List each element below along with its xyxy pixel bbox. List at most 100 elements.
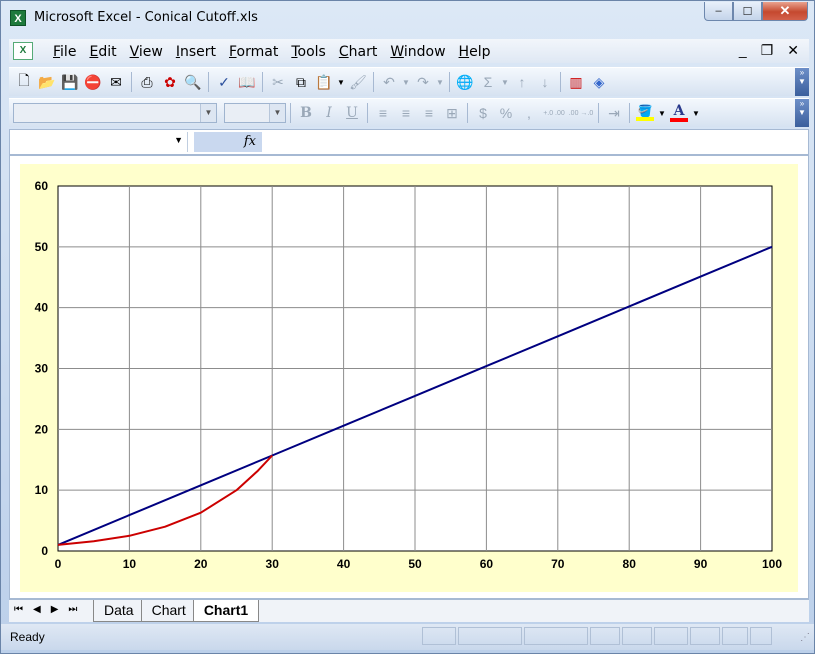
status-panels [422, 627, 772, 645]
menu-help[interactable]: Help [459, 44, 491, 60]
tab-chart1[interactable]: Chart1 [192, 600, 260, 622]
doc-minimize-button[interactable]: _ [739, 42, 747, 59]
title-bar: X Microsoft Excel - Conical Cutoff.xls –… [1, 1, 814, 35]
acrobat-icon[interactable]: ✿ [159, 71, 181, 93]
menu-view[interactable]: View [130, 44, 163, 60]
x-tick-label: 40 [337, 557, 351, 571]
last-sheet-button[interactable]: ⏭ [68, 604, 77, 615]
prev-sheet-button[interactable]: ◀ [33, 604, 41, 615]
italic-button[interactable]: I [318, 102, 340, 124]
menu-edit[interactable]: Edit [89, 44, 116, 60]
toolbar-options-icon[interactable]: » ▼ [795, 99, 809, 127]
save-icon[interactable]: 💾 [59, 71, 81, 93]
formula-input[interactable] [266, 132, 806, 152]
percent-button[interactable]: % [495, 102, 517, 124]
name-box[interactable]: ▼ [11, 132, 188, 152]
menu-chart[interactable]: Chart [339, 44, 377, 60]
chart-wizard-icon[interactable]: ▥ [565, 71, 587, 93]
document-window-buttons: _ ❐ ✕ [739, 42, 799, 59]
doc-restore-button[interactable]: ❐ [761, 42, 774, 59]
copy-icon[interactable]: ⧉ [290, 71, 312, 93]
align-center-icon[interactable]: ≡ [395, 102, 417, 124]
decrease-decimal-button[interactable]: .00 →.0 [568, 102, 594, 124]
x-tick-label: 30 [266, 557, 280, 571]
chart-sheet: 0 10 20 30 40 50 60 70 80 90 100 0 10 20 30 40 50 60 [9, 155, 809, 599]
doc-close-button[interactable]: ✕ [787, 42, 799, 59]
font-color-icon[interactable]: A [668, 102, 690, 124]
maximize-button[interactable]: ☐ [733, 2, 762, 21]
autosum-icon[interactable]: Σ [477, 71, 499, 93]
drawing-icon[interactable]: ◈ [588, 71, 610, 93]
indent-icon[interactable]: ⇥ [603, 102, 625, 124]
bold-button[interactable]: B [295, 102, 317, 124]
line-chart: 0 10 20 30 40 50 60 70 80 90 100 0 10 20 30 40 50 60 [35, 179, 783, 571]
menu-bar: X File Edit View Insert Format Tools Cha… [9, 39, 809, 63]
toolbar-options-icon[interactable]: » ▼ [795, 68, 809, 96]
chart-area[interactable]: 0 10 20 30 40 50 60 70 80 90 100 0 10 20 30 40 50 60 [20, 164, 798, 592]
chevron-down-icon[interactable]: ▼ [174, 135, 183, 145]
chevron-down-icon[interactable]: ▼ [200, 104, 216, 122]
cut-icon[interactable]: ✂ [267, 71, 289, 93]
chevron-down-icon[interactable]: ▼ [401, 71, 411, 93]
fill-color-icon[interactable]: 🪣 [634, 102, 656, 124]
y-tick-label: 10 [35, 483, 49, 497]
chevron-down-icon[interactable]: ▼ [657, 102, 667, 124]
new-icon[interactable]: 🗋 [13, 71, 35, 93]
print-preview-icon[interactable]: 🔍 [182, 71, 204, 93]
format-painter-icon[interactable]: 🖌 [347, 71, 369, 93]
menu-tools[interactable]: Tools [291, 44, 326, 60]
sort-descending-icon[interactable]: ↓ [534, 71, 556, 93]
hyperlink-icon[interactable]: 🌐 [454, 71, 476, 93]
x-tick-label: 60 [480, 557, 494, 571]
font-size-select[interactable]: ▼ [224, 103, 286, 123]
comma-button[interactable]: , [518, 102, 540, 124]
spelling-icon[interactable]: ✓ [213, 71, 235, 93]
merge-center-icon[interactable]: ⊞ [441, 102, 463, 124]
excel-icon[interactable]: X [10, 10, 26, 26]
print-icon[interactable]: ⎙ [136, 71, 158, 93]
x-tick-label: 50 [408, 557, 422, 571]
sort-ascending-icon[interactable]: ↑ [511, 71, 533, 93]
menu-window[interactable]: Window [390, 44, 445, 60]
menu-insert[interactable]: Insert [176, 44, 216, 60]
chevron-down-icon[interactable]: ▼ [500, 71, 510, 93]
y-tick-label: 0 [41, 544, 48, 558]
x-tick-label: 90 [694, 557, 708, 571]
workbook-icon[interactable]: X [13, 42, 33, 60]
insert-function-button[interactable]: fx [194, 132, 262, 152]
tab-data[interactable]: Data [93, 600, 145, 622]
chevron-down-icon[interactable]: ▼ [691, 102, 701, 124]
menu-file[interactable]: File [53, 44, 76, 60]
resize-grip-icon[interactable]: ⋰ [800, 632, 810, 643]
close-button[interactable]: ✕ [762, 2, 808, 21]
sheet-tabs: Data Chart Chart1 [93, 600, 260, 622]
next-sheet-button[interactable]: ▶ [51, 604, 59, 615]
formula-bar: ▼ fx [9, 129, 809, 155]
chevron-down-icon[interactable]: ▼ [336, 71, 346, 93]
currency-button[interactable]: $ [472, 102, 494, 124]
undo-icon[interactable]: ↶ [378, 71, 400, 93]
email-icon[interactable]: ✉ [105, 71, 127, 93]
fill-color-swatch [636, 117, 654, 121]
font-name-select[interactable]: ▼ [13, 103, 217, 123]
minimize-button[interactable]: – [704, 2, 733, 21]
y-tick-label: 20 [35, 422, 49, 436]
permission-icon[interactable]: ⛔ [82, 71, 104, 93]
caption-buttons: – ☐ ✕ [704, 2, 808, 21]
x-tick-label: 100 [762, 557, 782, 571]
tab-navigation: ⏮ ◀ ▶ ⏭ [14, 604, 77, 615]
underline-button[interactable]: U [341, 102, 363, 124]
align-left-icon[interactable]: ≡ [372, 102, 394, 124]
research-icon[interactable]: 📖 [236, 71, 258, 93]
paste-icon[interactable]: 📋 [313, 71, 335, 93]
menu-format[interactable]: Format [229, 44, 278, 60]
align-right-icon[interactable]: ≡ [418, 102, 440, 124]
redo-icon[interactable]: ↷ [412, 71, 434, 93]
chevron-down-icon[interactable]: ▼ [435, 71, 445, 93]
open-icon[interactable]: 📂 [36, 71, 58, 93]
tab-chart[interactable]: Chart [140, 600, 197, 622]
increase-decimal-button[interactable]: +.0 .00 [541, 102, 567, 124]
first-sheet-button[interactable]: ⏮ [14, 604, 23, 615]
chevron-down-icon[interactable]: ▼ [269, 104, 285, 122]
sheet-tab-bar: ⏮ ◀ ▶ ⏭ Data Chart Chart1 [9, 599, 809, 622]
